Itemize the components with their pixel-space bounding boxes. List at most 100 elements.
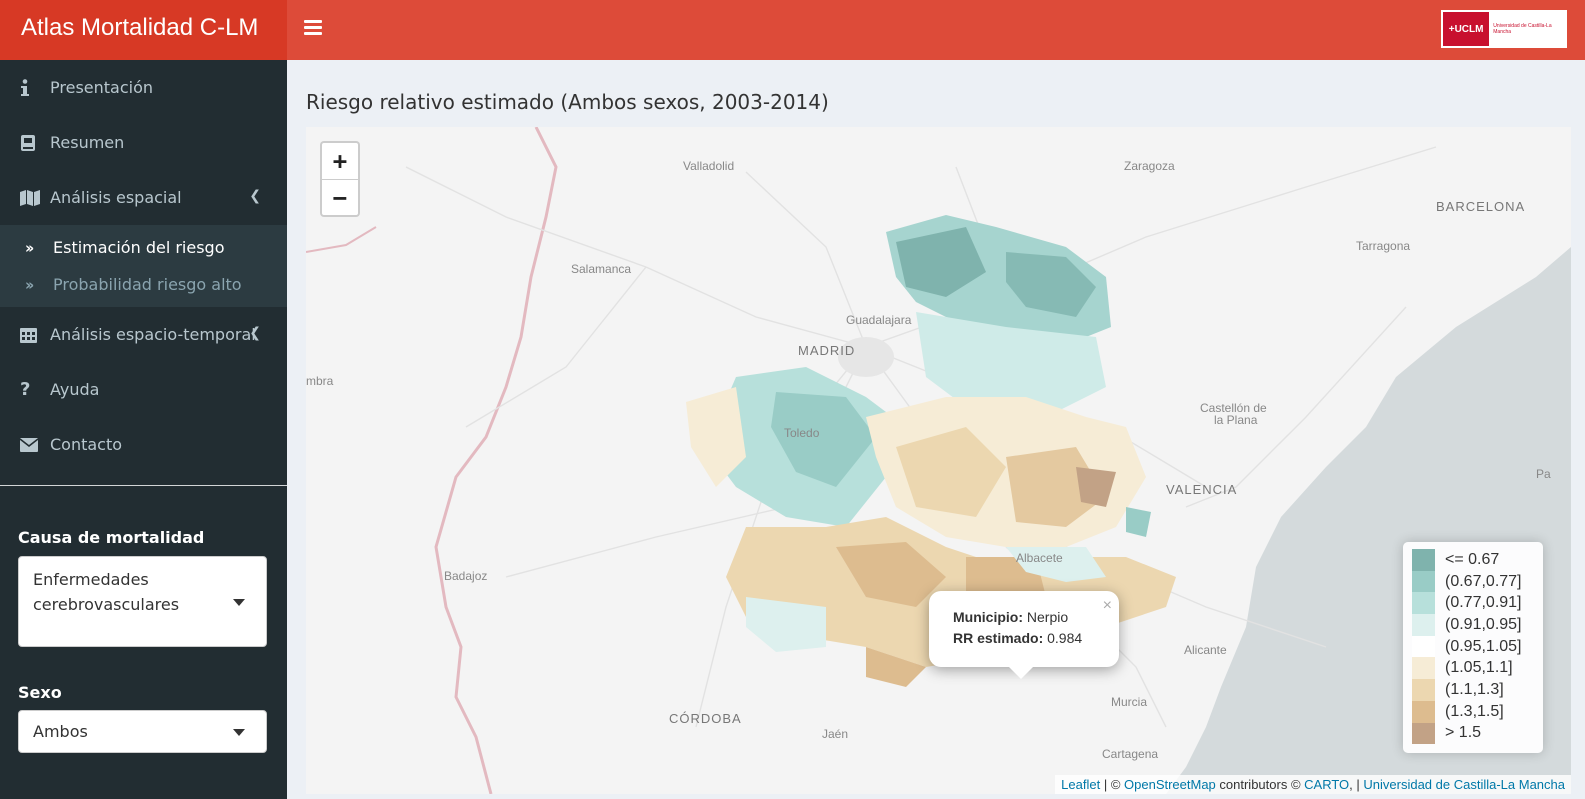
- submenu-item-probabilidad-riesgo[interactable]: ›› Probabilidad riesgo alto: [0, 266, 287, 303]
- chevron-left-icon: ❮: [249, 325, 261, 341]
- cause-label: Causa de mortalidad: [18, 528, 205, 547]
- popup-close-button[interactable]: ×: [1103, 595, 1112, 616]
- legend-label: (0.77,0.91]: [1445, 594, 1522, 612]
- legend-label: (0.91,0.95]: [1445, 615, 1522, 633]
- legend-swatch: [1412, 700, 1435, 723]
- legend-row: (1.3,1.5]: [1412, 700, 1534, 723]
- sidebar-item-resumen[interactable]: Resumen: [0, 115, 287, 170]
- sidebar-divider: [0, 485, 287, 486]
- logo-mark: +UCLM: [1443, 12, 1490, 46]
- map-label-barcelona: BARCELONA: [1436, 199, 1526, 214]
- legend-row: (0.77,0.91]: [1412, 592, 1534, 615]
- attribution-text: contributors ©: [1215, 777, 1305, 792]
- popup-municipio-label: Municipio:: [953, 609, 1023, 625]
- map-label-cordoba: CÓRDOBA: [669, 711, 742, 726]
- map-label-jaen: Jaén: [822, 727, 849, 741]
- legend-swatch: [1412, 657, 1435, 680]
- map-label-zaragoza: Zaragoza: [1124, 159, 1175, 173]
- info-icon: [20, 78, 50, 97]
- legend-row: (0.67,0.77]: [1412, 570, 1534, 593]
- caret-down-icon: [233, 729, 245, 736]
- legend-label: (0.95,1.05]: [1445, 637, 1522, 655]
- question-icon: ?: [20, 379, 31, 400]
- logo-subtitle: Universidad de Castilla-La Mancha: [1493, 23, 1552, 35]
- legend-label: (0.67,0.77]: [1445, 572, 1522, 590]
- legend-swatch: [1412, 614, 1435, 636]
- top-navbar: +UCLM Universidad de Castilla-La Mancha: [287, 0, 1585, 60]
- cause-select[interactable]: Enfermedades cerebrovasculares: [18, 556, 267, 647]
- osm-link[interactable]: OpenStreetMap: [1124, 777, 1216, 792]
- submenu-item-label: Estimación del riesgo: [53, 238, 225, 257]
- map-label-valencia: VALENCIA: [1166, 482, 1238, 497]
- carto-link[interactable]: CARTO: [1304, 777, 1349, 792]
- cause-select-value: Enfermedades cerebrovasculares: [33, 570, 180, 614]
- map-label-toledo: Toledo: [784, 426, 820, 440]
- legend-row: (1.1,1.3]: [1412, 679, 1534, 701]
- legend-label: (1.1,1.3]: [1445, 680, 1504, 698]
- sidebar-item-contacto[interactable]: Contacto: [0, 417, 287, 472]
- book-icon: [20, 134, 50, 152]
- leaflet-map[interactable]: Valladolid Zaragoza BARCELONA Tarragona …: [306, 127, 1571, 794]
- calendar-icon: [20, 326, 50, 343]
- zoom-in-button[interactable]: +: [322, 143, 358, 179]
- map-label-coimbra: mbra: [306, 374, 334, 388]
- double-chevron-right-icon: ››: [25, 238, 34, 257]
- map-label-salamanca: Salamanca: [571, 262, 632, 276]
- page-title: Riesgo relativo estimado (Ambos sexos, 2…: [306, 90, 829, 114]
- legend-row: (0.95,1.05]: [1412, 635, 1534, 658]
- legend-row: > 1.5: [1412, 722, 1534, 745]
- legend-label: <= 0.67: [1445, 550, 1500, 568]
- legend-swatch: [1412, 635, 1435, 658]
- leaflet-link[interactable]: Leaflet: [1061, 777, 1100, 792]
- map-label-albacete: Albacete: [1016, 551, 1063, 565]
- map-label-valladolid: Valladolid: [683, 159, 735, 173]
- legend-swatch: [1412, 679, 1435, 701]
- sidebar-item-analisis-espacial[interactable]: Análisis espacial ❮: [0, 170, 287, 225]
- legend-label: (1.05,1.1]: [1445, 659, 1513, 677]
- sidebar-item-analisis-espacio-temporal[interactable]: Análisis espacio-temporal ❮: [0, 307, 287, 362]
- popup-rr-row: RR estimado: 0.984: [953, 628, 1095, 649]
- popup-municipio-row: Municipio: Nerpio: [953, 607, 1095, 628]
- map-label-pa: Pa: [1536, 467, 1551, 481]
- map-label-murcia: Murcia: [1111, 695, 1148, 709]
- submenu-analisis-espacial: ›› Estimación del riesgo ›› Probabilidad…: [0, 225, 287, 307]
- sex-select-value: Ambos: [33, 722, 88, 741]
- sidebar-item-presentacion[interactable]: Presentación: [0, 60, 287, 115]
- uclm-link[interactable]: Universidad de Castilla-La Mancha: [1363, 777, 1565, 792]
- sidebar-item-label: Contacto: [50, 435, 123, 454]
- basemap: [306, 127, 1571, 794]
- map-label-madrid: MADRID: [798, 343, 856, 358]
- map-label-alicante: Alicante: [1184, 643, 1227, 657]
- map-label-badajoz: Badajoz: [444, 569, 488, 583]
- attribution-text: , |: [1349, 777, 1364, 792]
- zoom-out-button[interactable]: −: [322, 179, 358, 215]
- sex-select[interactable]: Ambos: [18, 710, 267, 753]
- legend-swatch: [1412, 549, 1435, 571]
- app-title[interactable]: Atlas Mortalidad C-LM: [0, 0, 287, 60]
- sidebar-item-label: Análisis espacial: [50, 188, 182, 207]
- legend-row: <= 0.67: [1412, 549, 1534, 571]
- chevron-left-icon: ❮: [249, 188, 261, 204]
- sidebar-item-label: Presentación: [50, 78, 154, 97]
- attribution-text: | ©: [1100, 777, 1125, 792]
- caret-down-icon: [233, 599, 245, 606]
- submenu-item-estimacion-riesgo[interactable]: ›› Estimación del riesgo: [0, 229, 287, 266]
- uclm-logo: +UCLM Universidad de Castilla-La Mancha: [1441, 10, 1567, 48]
- map-label-tarragona: Tarragona: [1356, 239, 1411, 253]
- sidebar-toggle-icon[interactable]: [304, 20, 322, 36]
- sidebar: Presentación Resumen Análisis espacial ❮…: [0, 60, 287, 799]
- legend-swatch: [1412, 722, 1435, 745]
- map-legend: <= 0.67 (0.67,0.77] (0.77,0.91] (0.91,0.…: [1403, 542, 1543, 753]
- sidebar-item-ayuda[interactable]: ? Ayuda: [0, 362, 287, 417]
- map-icon: [20, 189, 50, 206]
- envelope-icon: [20, 437, 50, 452]
- sidebar-item-label: Resumen: [50, 133, 125, 152]
- sex-label: Sexo: [18, 683, 62, 702]
- legend-swatch: [1412, 570, 1435, 593]
- submenu-item-label: Probabilidad riesgo alto: [53, 275, 242, 294]
- map-popup: × Municipio: Nerpio RR estimado: 0.984: [929, 591, 1119, 679]
- popup-rr-value: 0.984: [1047, 630, 1083, 646]
- map-attribution: Leaflet | © OpenStreetMap contributors ©…: [1055, 775, 1571, 794]
- map-label-castellon-2: la Plana: [1214, 413, 1258, 427]
- double-chevron-right-icon: ››: [25, 275, 34, 294]
